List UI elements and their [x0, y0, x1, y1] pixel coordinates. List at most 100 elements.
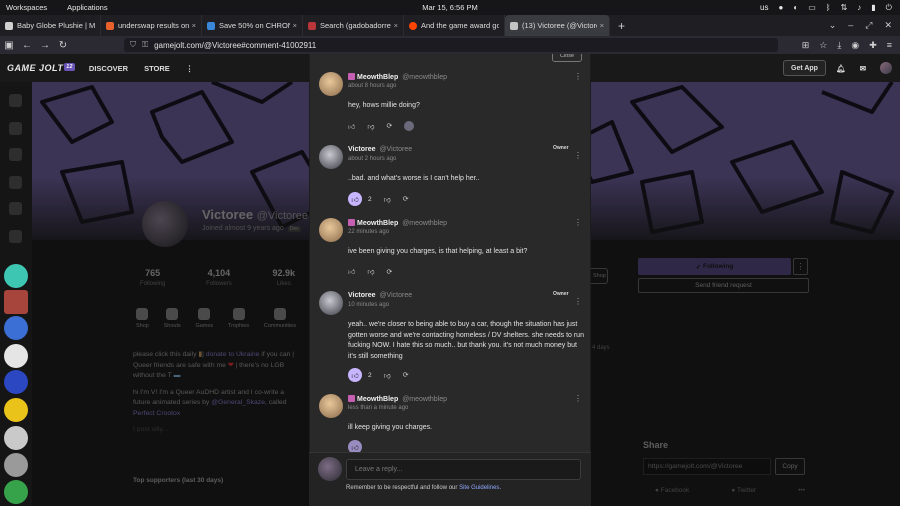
comment-more-icon[interactable]: ⋮: [574, 218, 582, 227]
chat-icon[interactable]: ✉︎: [860, 64, 866, 73]
reply-avatar-preview[interactable]: [404, 121, 415, 131]
site-guidelines-link[interactable]: Site Guidelines: [459, 485, 499, 491]
download-icon[interactable]: ⤓: [837, 40, 841, 51]
palette-icon[interactable]: ◐: [793, 3, 798, 12]
dislike-icon[interactable]: 👎︎: [367, 122, 374, 131]
account-icon[interactable]: ◉: [851, 40, 859, 51]
commenter-name[interactable]: Victoree @Victoree: [348, 292, 412, 299]
menu-icon[interactable]: ≡: [887, 40, 892, 51]
liked-icon[interactable]: 👍︎: [348, 368, 362, 382]
commenter-name[interactable]: Victoree @Victoree: [348, 146, 412, 153]
close-button[interactable]: Close: [552, 54, 582, 62]
battery-icon[interactable]: ▮: [871, 3, 875, 12]
rail-community-icon[interactable]: [4, 398, 28, 422]
get-app-button[interactable]: Get App: [783, 60, 826, 76]
give-charge-icon[interactable]: ⟳: [386, 122, 392, 130]
rail-community-icon[interactable]: [4, 344, 28, 368]
user-avatar[interactable]: [880, 62, 892, 74]
rail-community-icon[interactable]: [4, 290, 28, 314]
workspaces-menu[interactable]: Workspaces: [6, 3, 47, 12]
comment-more-icon[interactable]: ⋮: [574, 151, 582, 160]
discover-link[interactable]: DISCOVER: [89, 64, 128, 73]
puzzle-icon[interactable]: ✚: [869, 40, 877, 51]
network-icon[interactable]: ⇅: [841, 3, 848, 12]
liked-icon[interactable]: 👍︎: [348, 192, 362, 206]
give-charge-icon[interactable]: ⟳: [386, 268, 392, 276]
rail-community-icon[interactable]: [4, 316, 28, 340]
extensions-icon[interactable]: ⊞: [802, 40, 810, 51]
browser-tab[interactable]: Save 50% on CHRONO T×: [202, 15, 303, 36]
comment-time[interactable]: 22 minutes ago: [348, 229, 389, 235]
commenter-avatar[interactable]: [319, 291, 343, 315]
store-link[interactable]: STORE: [144, 64, 170, 73]
give-charge-icon[interactable]: ⟳: [403, 371, 409, 379]
bell-icon[interactable]: 🔔︎: [836, 64, 846, 73]
rail-community-icon[interactable]: [4, 370, 28, 394]
power-icon[interactable]: ⏻: [886, 3, 892, 13]
rail-community-icon[interactable]: [4, 264, 28, 288]
more-vertical-icon[interactable]: ⋮: [186, 64, 194, 73]
rail-store-icon[interactable]: [9, 122, 22, 135]
dislike-icon[interactable]: 👎︎: [367, 267, 374, 276]
applications-menu[interactable]: Applications: [67, 3, 107, 12]
gamejolt-logo[interactable]: GAME JOLT 12: [7, 63, 75, 73]
browser-tab[interactable]: Search (gadobadorrer) ×: [303, 15, 404, 36]
tab-list-icon[interactable]: ⌄: [829, 20, 837, 31]
browser-tab[interactable]: And the game award go: [404, 15, 505, 36]
dislike-icon[interactable]: 👎︎: [384, 195, 391, 204]
lock-icon[interactable]: ⚿: [142, 40, 148, 50]
close-window-icon[interactable]: ✕: [884, 20, 892, 31]
close-tab-icon[interactable]: ×: [293, 21, 297, 30]
display-icon[interactable]: ▭: [808, 3, 816, 12]
url-text[interactable]: gamejolt.com/@Victoree#comment-41002911: [154, 41, 316, 50]
commenter-avatar[interactable]: [319, 72, 343, 96]
commenter-name[interactable]: MeowthBlep @meowthblep: [348, 219, 447, 227]
bookmark-star-icon[interactable]: ☆: [819, 40, 827, 51]
reply-input[interactable]: Leave a reply...: [346, 459, 581, 480]
browser-tab[interactable]: Baby Globe Plushie | Ma: [0, 15, 101, 36]
rail-community-icon[interactable]: [4, 480, 28, 504]
steam-icon[interactable]: ●: [779, 3, 784, 12]
close-tab-icon[interactable]: ×: [394, 21, 398, 30]
minimize-icon[interactable]: –: [848, 20, 853, 31]
browser-tab[interactable]: underswap results on St×: [101, 15, 202, 36]
commenter-avatar[interactable]: [319, 394, 343, 418]
rail-chat-icon[interactable]: [9, 202, 22, 215]
commenter-name[interactable]: MeowthBlep @meowthblep: [348, 73, 447, 81]
rail-quests-icon[interactable]: [9, 176, 22, 189]
commenter-name[interactable]: MeowthBlep @meowthblep: [348, 395, 447, 403]
dislike-icon[interactable]: 👎︎: [384, 371, 391, 380]
shield-icon[interactable]: ⛉: [130, 40, 136, 50]
comment-time[interactable]: about 2 hours ago: [348, 156, 396, 162]
close-tab-icon[interactable]: ×: [600, 21, 604, 30]
keyboard-layout[interactable]: us: [760, 3, 768, 12]
maximize-icon[interactable]: ⤢: [865, 20, 872, 31]
comment-time[interactable]: about 8 hours ago: [348, 83, 396, 89]
comment-more-icon[interactable]: ⋮: [574, 297, 582, 306]
rail-community-icon[interactable]: [4, 426, 28, 450]
browser-tab-active[interactable]: (13) Victoree (@Victoree ×: [505, 15, 610, 36]
bluetooth-icon[interactable]: ᛒ: [826, 3, 831, 12]
rail-home-icon[interactable]: [9, 94, 22, 107]
comment-time[interactable]: 10 minutes ago: [348, 302, 389, 308]
give-charge-icon[interactable]: ⟳: [403, 195, 409, 203]
like-icon[interactable]: 👍︎: [348, 267, 355, 276]
reload-icon[interactable]: ↻: [54, 40, 72, 51]
comment-more-icon[interactable]: ⋮: [574, 72, 582, 81]
volume-icon[interactable]: ♪: [857, 3, 861, 12]
like-icon[interactable]: 👍︎: [348, 122, 355, 131]
rail-community-icon[interactable]: [4, 453, 28, 477]
close-tab-icon[interactable]: ×: [192, 21, 196, 30]
back-icon[interactable]: ←: [18, 40, 36, 51]
comment-more-icon[interactable]: ⋮: [574, 394, 582, 403]
rail-library-icon[interactable]: [9, 230, 22, 243]
new-tab-icon[interactable]: +: [618, 19, 625, 33]
comment-time[interactable]: less than a minute ago: [348, 405, 408, 411]
forward-icon[interactable]: →: [36, 40, 54, 51]
rail-backpack-icon[interactable]: [9, 148, 22, 161]
sidebar-toggle-icon[interactable]: ▣: [0, 40, 18, 51]
address-bar[interactable]: ⛉ ⚿ gamejolt.com/@Victoree#comment-41002…: [124, 38, 778, 52]
commenter-avatar[interactable]: [319, 145, 343, 169]
clock[interactable]: Mar 15, 6:56 PM: [422, 3, 477, 12]
commenter-avatar[interactable]: [319, 218, 343, 242]
